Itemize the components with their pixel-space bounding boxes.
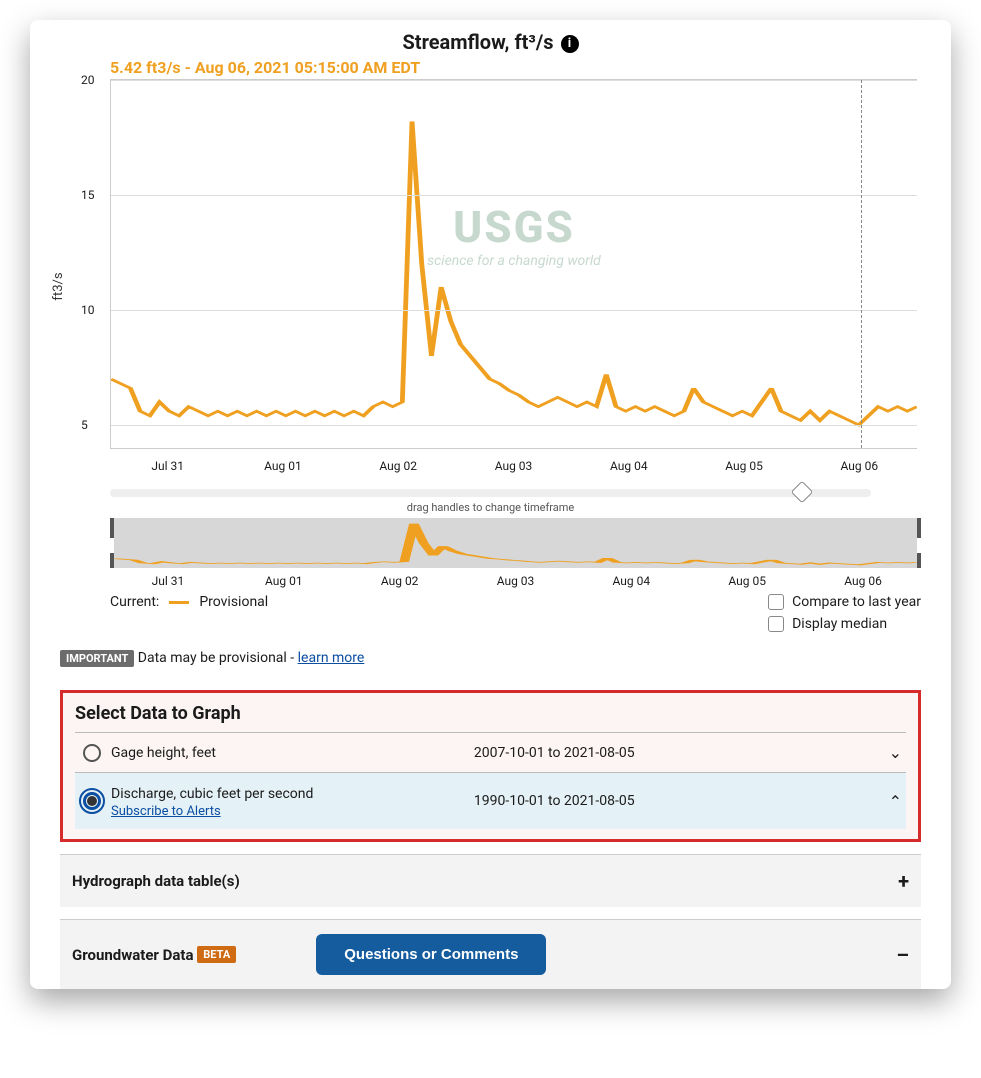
legend-current-label: Current: [110,594,159,610]
select-data-section: Select Data to Graph Gage height, feet 2… [60,690,921,842]
subscribe-link[interactable]: Subscribe to Alerts [111,804,313,819]
expand-icon[interactable]: + [898,869,909,893]
legend-swatch [169,601,189,604]
collapse-icon[interactable]: – [896,943,909,967]
radio-checked-icon[interactable] [83,792,101,810]
hydrograph-panel[interactable]: Hydrograph data table(s) + [60,854,921,907]
legend-series-label: Provisional [199,594,268,610]
compare-checkbox[interactable]: Compare to last year [768,594,921,610]
info-icon[interactable]: i [561,35,579,53]
median-checkbox[interactable]: Display median [768,616,921,632]
provisional-notice: IMPORTANT Data may be provisional - lear… [60,650,921,666]
important-badge: IMPORTANT [60,650,134,667]
overview-chart[interactable]: Jul 31Aug 01Aug 02Aug 03Aug 04Aug 05Aug … [110,518,921,588]
slider-thumb[interactable] [791,481,814,504]
cursor-readout: 5.42 ft3/s - Aug 06, 2021 05:15:00 AM ED… [110,58,921,77]
time-slider[interactable] [110,489,871,497]
data-option-gage[interactable]: Gage height, feet 2007-10-01 to 2021-08-… [75,732,906,772]
y-axis-label: ft3/s [51,272,66,300]
select-data-title: Select Data to Graph [75,703,906,724]
groundwater-panel[interactable]: Groundwater Data BETA Questions or Comme… [60,919,921,989]
chevron-up-icon[interactable]: ⌃ [889,792,902,811]
main-chart[interactable]: ft3/s USGS science for a changing world … [60,79,921,479]
radio-unchecked-icon[interactable] [83,744,101,762]
chevron-down-icon[interactable]: ⌄ [889,743,902,762]
chart-title: Streamflow, ft³/s i [60,30,921,54]
learn-more-link[interactable]: learn more [298,650,365,666]
brush-hint: drag handles to change timeframe [60,501,921,514]
data-option-discharge[interactable]: Discharge, cubic feet per second Subscri… [75,772,906,829]
beta-badge: BETA [197,946,236,963]
questions-button[interactable]: Questions or Comments [316,934,546,975]
